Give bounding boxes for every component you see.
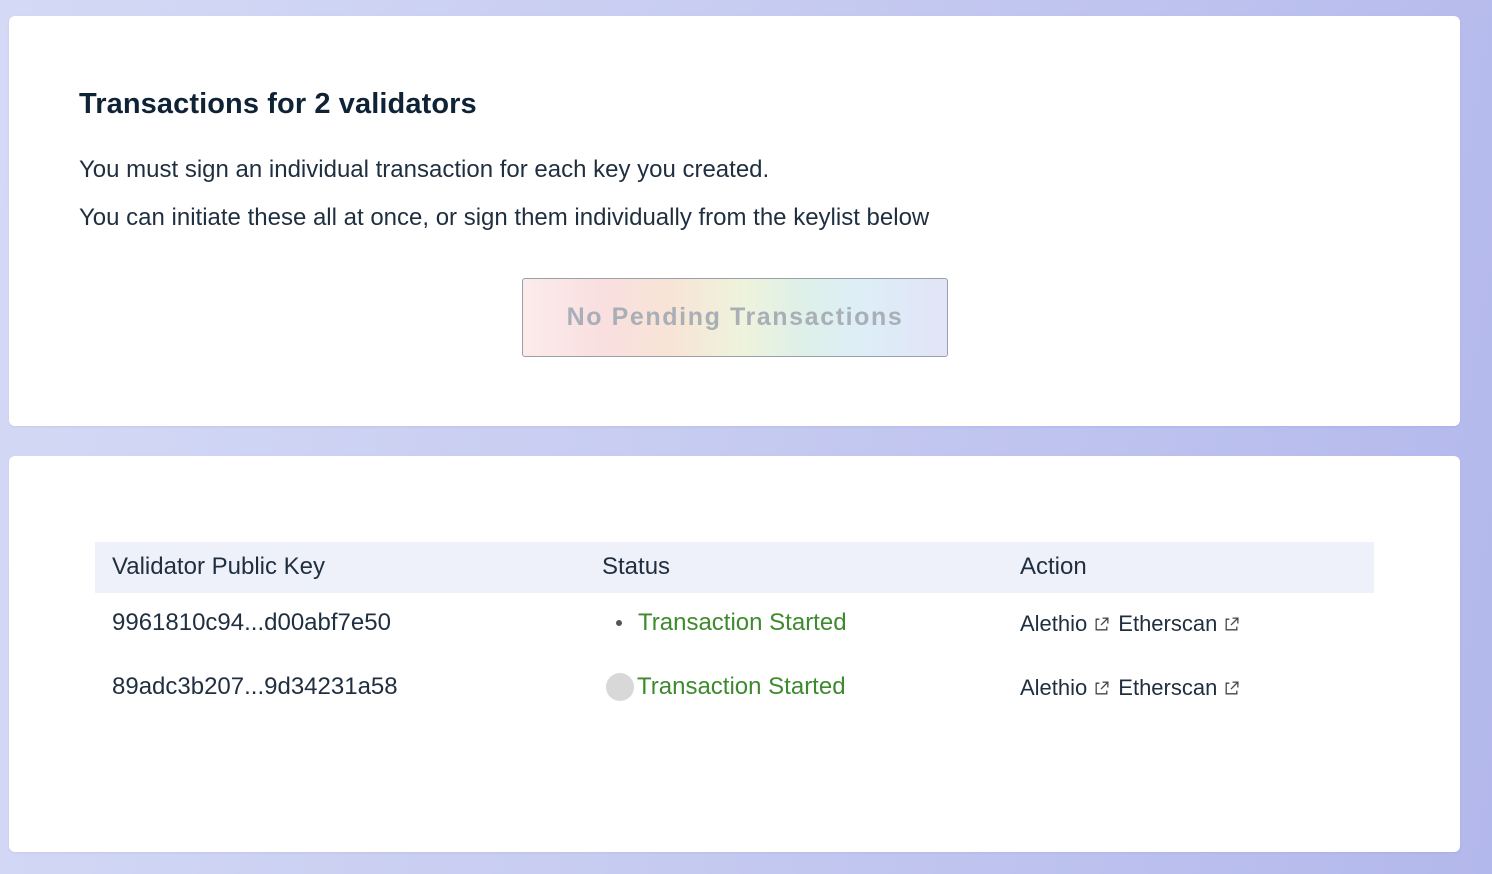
etherscan-link-label: Etherscan: [1118, 611, 1218, 636]
no-pending-transactions-button[interactable]: No Pending Transactions: [522, 278, 948, 357]
alethio-link[interactable]: Alethio: [1020, 611, 1110, 637]
table-header: Validator Public Key Status Action: [95, 542, 1374, 593]
status-cell: Transaction Started: [602, 609, 847, 637]
keylist-table: Validator Public Key Status Action 99618…: [95, 542, 1374, 721]
validator-public-key: 9961810c94...d00abf7e50: [112, 609, 391, 636]
action-cell: Alethio Etherscan: [1020, 611, 1240, 637]
page-title: Transactions for 2 validators: [79, 88, 477, 120]
external-link-icon: [1095, 680, 1109, 694]
loading-spinner-icon: [606, 673, 634, 701]
transactions-card: Transactions for 2 validators You must s…: [9, 16, 1460, 426]
instruction-text-2: You can initiate these all at once, or s…: [79, 204, 930, 231]
table-row: 89adc3b207...9d34231a58 Transaction Star…: [95, 657, 1374, 721]
validator-public-key: 89adc3b207...9d34231a58: [112, 673, 398, 700]
action-cell: Alethio Etherscan: [1020, 675, 1240, 701]
alethio-link-label: Alethio: [1020, 611, 1088, 636]
instruction-text-1: You must sign an individual transaction …: [79, 156, 770, 183]
status-text: Transaction Started: [637, 673, 846, 700]
column-header-key: Validator Public Key: [112, 553, 325, 580]
table-row: 9961810c94...d00abf7e50 Transaction Star…: [95, 593, 1374, 657]
status-dot-icon: [616, 620, 622, 626]
keylist-card: Validator Public Key Status Action 99618…: [9, 456, 1460, 852]
etherscan-link[interactable]: Etherscan: [1118, 611, 1240, 637]
status-text: Transaction Started: [638, 609, 847, 636]
alethio-link-label: Alethio: [1020, 675, 1088, 700]
etherscan-link-label: Etherscan: [1118, 675, 1218, 700]
external-link-icon: [1225, 680, 1239, 694]
etherscan-link[interactable]: Etherscan: [1118, 675, 1240, 701]
column-header-action: Action: [1020, 553, 1087, 580]
alethio-link[interactable]: Alethio: [1020, 675, 1110, 701]
external-link-icon: [1225, 616, 1239, 630]
button-label: No Pending Transactions: [566, 303, 904, 331]
external-link-icon: [1095, 616, 1109, 630]
status-cell: Transaction Started: [603, 673, 846, 701]
column-header-status: Status: [602, 553, 671, 580]
